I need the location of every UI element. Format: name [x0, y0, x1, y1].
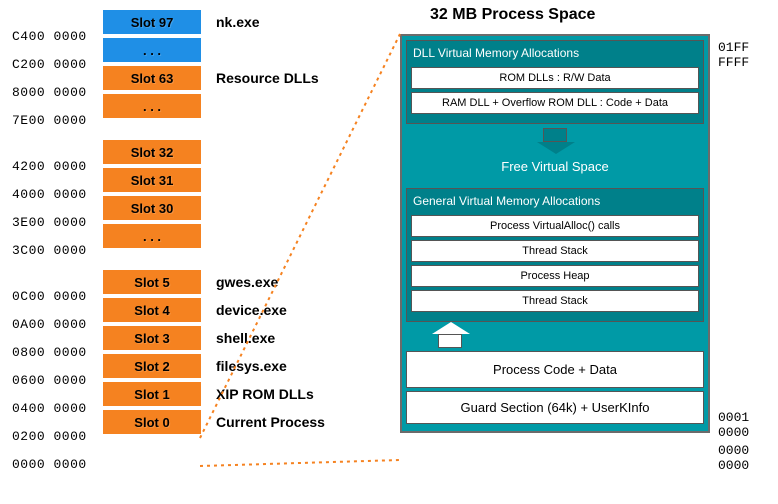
address-label: 4200 0000 — [12, 159, 102, 174]
slot-row: 0C00 0000Slot 5gwes.exe — [12, 268, 392, 296]
slot-box: . . . — [102, 37, 202, 63]
address-label: 0600 0000 — [12, 373, 102, 388]
address-label: 3E00 0000 — [12, 215, 102, 230]
address-label: 0A00 0000 — [12, 317, 102, 332]
slot-description: XIP ROM DLLs — [216, 386, 314, 402]
slot-box: Slot 2 — [102, 353, 202, 379]
guard-section-box: Guard Section (64k) + UserKInfo — [406, 391, 704, 424]
right-address-top: 01FF FFFF — [718, 40, 778, 70]
slot-box: Slot 0 — [102, 409, 202, 435]
thread-stack-box-1: Thread Stack — [411, 240, 699, 262]
address-label: 7E00 0000 — [12, 113, 102, 128]
address-label: 3C00 0000 — [12, 243, 102, 258]
slot-description: nk.exe — [216, 14, 260, 30]
process-heap-box: Process Heap — [411, 265, 699, 287]
dll-group-title: DLL Virtual Memory Allocations — [411, 44, 699, 64]
slot-row: 4200 0000Slot 32 — [12, 138, 392, 166]
arrow-down-icon — [543, 128, 567, 142]
address-label: 0200 0000 — [12, 429, 102, 444]
slot-box: Slot 32 — [102, 139, 202, 165]
right-address-bottom: 0000 0000 — [718, 443, 778, 473]
address-label: 0000 0000 — [12, 457, 102, 472]
slot-box: Slot 5 — [102, 269, 202, 295]
address-label: 0800 0000 — [12, 345, 102, 360]
slot-box: Slot 1 — [102, 381, 202, 407]
slot-box: . . . — [102, 223, 202, 249]
slot-column: C400 0000Slot 97nk.exeC200 0000. . .8000… — [12, 8, 392, 464]
rom-dlls-box: ROM DLLs : R/W Data — [411, 67, 699, 89]
slot-description: Current Process — [216, 414, 325, 430]
slot-box: Slot 3 — [102, 325, 202, 351]
address-label: 0C00 0000 — [12, 289, 102, 304]
address-label: C400 0000 — [12, 29, 102, 44]
slot-box: Slot 30 — [102, 195, 202, 221]
slot-description: gwes.exe — [216, 274, 278, 290]
general-allocations-group: General Virtual Memory Allocations Proce… — [406, 188, 704, 322]
address-label: 0400 0000 — [12, 401, 102, 416]
slot-box: Slot 63 — [102, 65, 202, 91]
arrow-up-icon — [438, 334, 462, 348]
ram-dll-box: RAM DLL + Overflow ROM DLL : Code + Data — [411, 92, 699, 114]
thread-stack-box-2: Thread Stack — [411, 290, 699, 312]
slot-description: filesys.exe — [216, 358, 287, 374]
slot-description: Resource DLLs — [216, 70, 319, 86]
slot-description: device.exe — [216, 302, 287, 318]
process-code-box: Process Code + Data — [406, 351, 704, 388]
dll-allocations-group: DLL Virtual Memory Allocations ROM DLLs … — [406, 40, 704, 124]
virtualalloc-box: Process VirtualAlloc() calls — [411, 215, 699, 237]
slot-box: Slot 97 — [102, 9, 202, 35]
slot-description: shell.exe — [216, 330, 275, 346]
slot-box: Slot 31 — [102, 167, 202, 193]
slot-row: C400 0000Slot 97nk.exe — [12, 8, 392, 36]
process-space-panel: DLL Virtual Memory Allocations ROM DLLs … — [400, 34, 710, 433]
right-address-mid: 0001 0000 — [718, 410, 778, 440]
slot-box: . . . — [102, 93, 202, 119]
address-label: C200 0000 — [12, 57, 102, 72]
slot-box: Slot 4 — [102, 297, 202, 323]
general-group-title: General Virtual Memory Allocations — [411, 192, 699, 212]
diagram-title: 32 MB Process Space — [430, 6, 595, 24]
address-label: 4000 0000 — [12, 187, 102, 202]
address-label: 8000 0000 — [12, 85, 102, 100]
